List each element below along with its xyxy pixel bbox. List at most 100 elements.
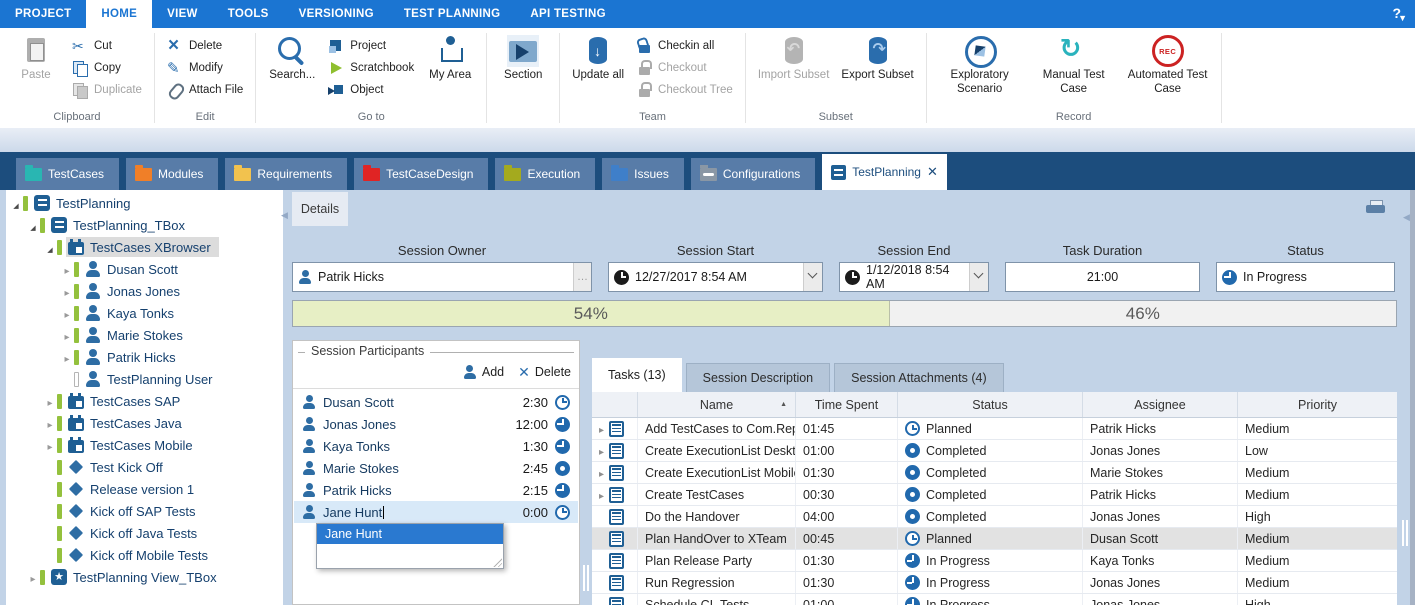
document-tab[interactable]: TestPlanning ✕	[822, 154, 947, 190]
menu-tab[interactable]: VIEW	[152, 0, 213, 28]
tree-expander-icon[interactable]	[61, 284, 73, 299]
tree-item[interactable]: Kick off Java Tests	[6, 522, 283, 544]
tree-item[interactable]: Test Kick Off	[6, 456, 283, 478]
checkout-button[interactable]: Checkout	[632, 58, 737, 78]
manual-test-case-button[interactable]: Manual Test Case	[1029, 33, 1119, 99]
tab-close-icon[interactable]: ✕	[927, 164, 938, 180]
tree-expander-icon[interactable]	[61, 350, 73, 365]
cut-button[interactable]: Cut	[68, 36, 146, 56]
goto-scratchbook-button[interactable]: Scratchbook	[324, 58, 418, 78]
task-row[interactable]: Plan HandOver to XTeam 00:45 Planned Dus…	[592, 528, 1397, 550]
details-collapse-icon[interactable]: ◀	[1403, 212, 1410, 223]
autocomplete-option[interactable]: Jane Hunt	[317, 524, 503, 544]
tree-item[interactable]: TestPlanning User	[6, 368, 283, 390]
tree-splitter-collapse-icon[interactable]: ◀	[281, 210, 288, 221]
participant-row[interactable]: Jonas Jones 12:00	[294, 413, 578, 435]
menu-tab[interactable]: API TESTING	[515, 0, 621, 28]
tree-item[interactable]: Jonas Jones	[6, 280, 283, 302]
row-expander-icon[interactable]	[597, 466, 606, 480]
task-row[interactable]: Run Regression 01:30 In Progress Jonas J…	[592, 572, 1397, 594]
end-date-dropdown-button[interactable]	[969, 263, 988, 291]
document-tab[interactable]: TestCases	[16, 158, 119, 190]
task-row[interactable]: Plan Release Party 01:30 In Progress Kay…	[592, 550, 1397, 572]
task-row[interactable]: Create ExecutionList Deskt... 01:00 Comp…	[592, 440, 1397, 462]
tree-item[interactable]: Kaya Tonks	[6, 302, 283, 324]
tasks-tab[interactable]: Session Attachments (4)	[834, 363, 1003, 392]
details-tab[interactable]: Details	[292, 192, 348, 226]
print-icon[interactable]	[1366, 200, 1386, 216]
task-row[interactable]: Create ExecutionList Mobile 01:30 Comple…	[592, 462, 1397, 484]
participant-row[interactable]: Patrik Hicks 2:15	[294, 479, 578, 501]
column-header[interactable]: Status	[897, 392, 1082, 417]
tree-expander-icon[interactable]	[44, 416, 56, 431]
tree-expander-icon[interactable]	[27, 218, 39, 233]
panel-splitter-handle[interactable]	[582, 565, 590, 591]
document-tab[interactable]: Issues	[602, 158, 684, 190]
menu-tab[interactable]: TEST PLANNING	[389, 0, 516, 28]
tree-item[interactable]: TestPlanning_TBox	[6, 214, 283, 236]
document-tab[interactable]: Configurations	[691, 158, 815, 190]
column-header[interactable]: Time Spent	[795, 392, 897, 417]
automated-test-case-button[interactable]: REC Automated Test Case	[1123, 33, 1213, 99]
copy-button[interactable]: Copy	[68, 58, 146, 78]
document-tab[interactable]: TestCaseDesign	[354, 158, 488, 190]
tree-item[interactable]: Dusan Scott	[6, 258, 283, 280]
session-owner-field[interactable]: Patrik Hicks …	[292, 262, 592, 292]
tree-item[interactable]: TestCases XBrowser	[6, 236, 283, 258]
tree-expander-icon[interactable]	[27, 570, 39, 585]
attach-file-button[interactable]: Attach File	[163, 80, 247, 100]
paste-button[interactable]: Paste	[8, 33, 64, 85]
tree-item[interactable]: TestCases SAP	[6, 390, 283, 412]
update-all-button[interactable]: Update all	[568, 33, 628, 85]
participant-row[interactable]: Jane Hunt 0:00	[294, 501, 578, 523]
row-expander-icon[interactable]	[597, 444, 606, 458]
import-subset-button[interactable]: Import Subset	[754, 33, 834, 85]
task-duration-field[interactable]: 21:00	[1005, 262, 1200, 292]
column-header[interactable]: Assignee	[1082, 392, 1237, 417]
tree-expander-icon[interactable]	[61, 328, 73, 343]
owner-browse-button[interactable]: …	[573, 263, 591, 291]
document-tab[interactable]: Requirements	[225, 158, 347, 190]
export-subset-button[interactable]: Export Subset	[837, 33, 917, 85]
participant-row[interactable]: Marie Stokes 2:45	[294, 457, 578, 479]
column-header[interactable]: Name	[637, 392, 795, 417]
modify-button[interactable]: Modify	[163, 58, 247, 78]
participant-row[interactable]: Dusan Scott 2:30	[294, 391, 578, 413]
tree-item[interactable]: TestPlanning View_TBox	[6, 566, 283, 588]
duplicate-button[interactable]: Duplicate	[68, 80, 146, 100]
task-row[interactable]: Do the Handover 04:00 Completed Jonas Jo…	[592, 506, 1397, 528]
right-splitter-handle[interactable]	[1401, 520, 1409, 546]
tree-item[interactable]: Kick off Mobile Tests	[6, 544, 283, 566]
document-tab[interactable]: Modules	[126, 158, 218, 190]
status-field[interactable]: In Progress	[1216, 262, 1395, 292]
menu-tab[interactable]: VERSIONING	[284, 0, 389, 28]
add-participant-button[interactable]: Add	[463, 365, 504, 379]
tree-expander-icon[interactable]	[10, 196, 22, 211]
menu-tab[interactable]: PROJECT	[0, 0, 86, 28]
tasks-tab[interactable]: Tasks (13)	[592, 358, 682, 392]
section-button[interactable]: Section	[495, 33, 551, 85]
goto-object-button[interactable]: Object	[324, 80, 418, 100]
delete-participant-button[interactable]: ✕ Delete	[518, 365, 571, 379]
tree-item[interactable]: Patrik Hicks	[6, 346, 283, 368]
checkout-tree-button[interactable]: Checkout Tree	[632, 80, 737, 100]
tree-expander-icon[interactable]	[61, 262, 73, 277]
session-end-field[interactable]: 1/12/2018 8:54 AM	[839, 262, 989, 292]
resize-grip[interactable]	[492, 557, 502, 567]
task-row[interactable]: Add TestCases to Com.Rep... 01:45 Planne…	[592, 418, 1397, 440]
session-start-field[interactable]: 12/27/2017 8:54 AM	[608, 262, 823, 292]
checkin-all-button[interactable]: Checkin all	[632, 36, 737, 56]
tree-item[interactable]: Kick off SAP Tests	[6, 500, 283, 522]
my-area-button[interactable]: My Area	[422, 33, 478, 85]
tree-item[interactable]: TestPlanning	[6, 192, 283, 214]
task-row[interactable]: Schedule CI_Tests 01:00 In Progress Jona…	[592, 594, 1397, 605]
goto-project-button[interactable]: Project	[324, 36, 418, 56]
start-date-dropdown-button[interactable]	[803, 263, 822, 291]
search-button[interactable]: Search...	[264, 33, 320, 85]
menu-tab[interactable]: HOME	[86, 0, 152, 28]
tree-expander-icon[interactable]	[61, 306, 73, 321]
delete-button[interactable]: Delete	[163, 36, 247, 56]
tab-overflow-icon[interactable]: ▼	[1398, 13, 1407, 23]
row-expander-icon[interactable]	[597, 488, 606, 502]
tree-expander-icon[interactable]	[44, 438, 56, 453]
